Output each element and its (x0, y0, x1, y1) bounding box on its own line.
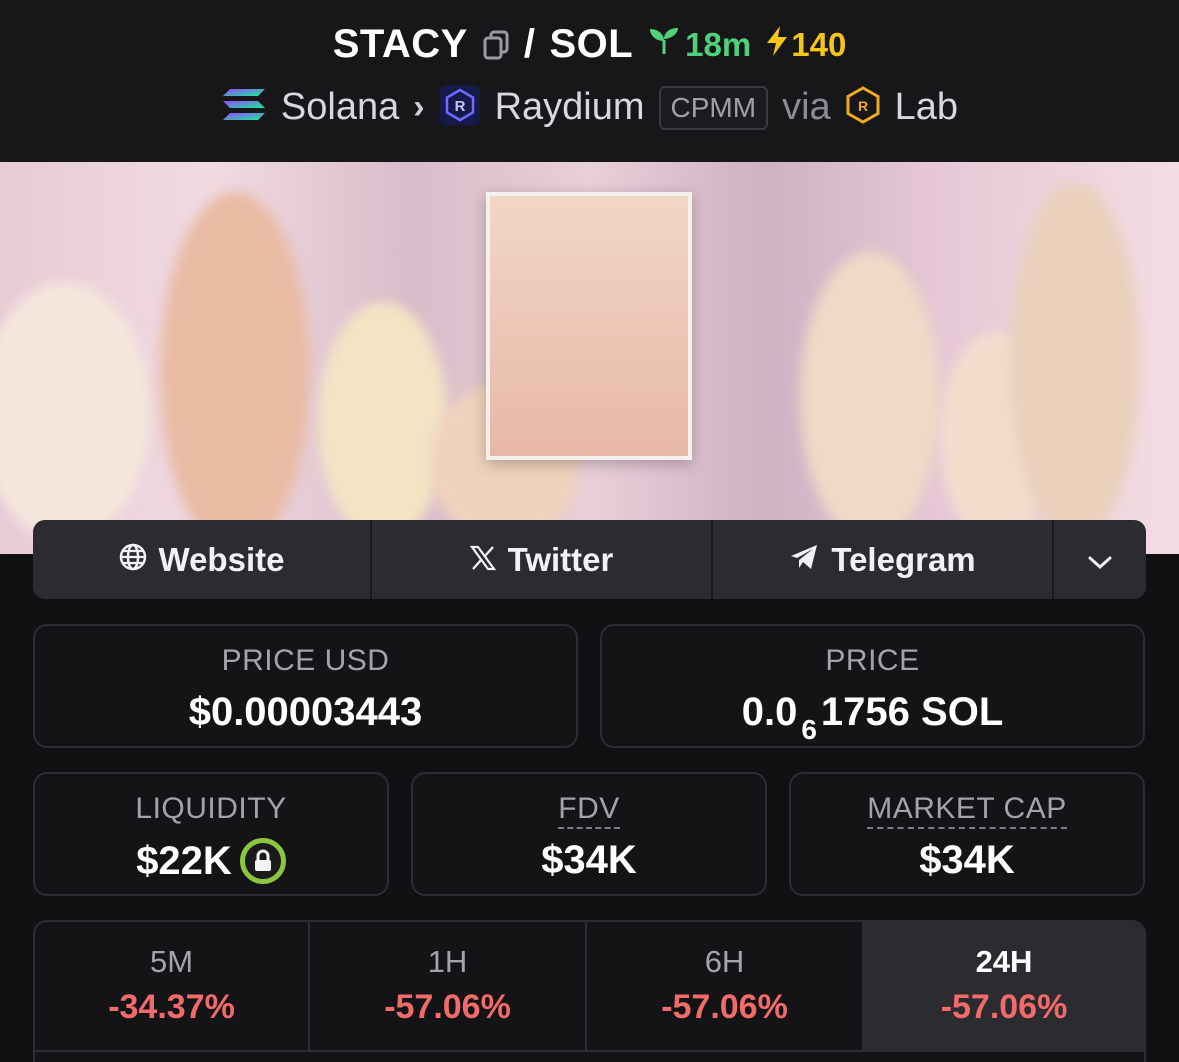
market-cap-label[interactable]: MARKET CAP (867, 792, 1067, 829)
x-icon (469, 541, 496, 579)
chevron-down-icon (1087, 541, 1113, 579)
quote-token-symbol: SOL (549, 22, 634, 66)
liquidity-value: $22K (136, 838, 232, 883)
fdv-label[interactable]: FDV (558, 792, 620, 829)
chain-link[interactable]: Solana (281, 86, 399, 129)
globe-icon (119, 541, 147, 579)
change-value: -57.06% (940, 988, 1068, 1026)
pair-title-row: STACY / SOL 18m 140 (0, 22, 1179, 67)
website-label: Website (158, 540, 285, 578)
fdv-card: FDV $34K (411, 772, 767, 896)
change-period: 5M (149, 944, 194, 979)
change-period: 6H (704, 944, 745, 979)
liquidity-card: LIQUIDITY $22K (33, 772, 389, 896)
lock-icon[interactable] (239, 838, 286, 884)
market-cap-card: MARKET CAP $34K (789, 772, 1145, 896)
dex-link[interactable]: Raydium (495, 86, 645, 129)
change-value: -57.06% (661, 988, 788, 1026)
token-banner-image (0, 162, 1179, 554)
change-value: -57.06% (384, 988, 511, 1026)
lab-icon: R (845, 86, 881, 129)
change-period: 1H (427, 944, 468, 979)
copy-icon[interactable] (482, 30, 510, 60)
telegram-icon (789, 541, 819, 579)
social-links-bar: Website Twitter Telegram (33, 520, 1146, 599)
telegram-label: Telegram (831, 540, 976, 578)
launchpad-link[interactable]: Lab (895, 86, 958, 129)
route-row: Solana › R Raydium CPMM via R Lab (0, 84, 1179, 131)
svg-text:R: R (454, 98, 465, 115)
pair-separator: / (523, 22, 536, 66)
website-button[interactable]: Website (33, 520, 372, 599)
chevron-right-icon: › (413, 88, 425, 126)
liquidity-value-row: $22K (35, 838, 387, 884)
price-usd-value: $0.00003443 (188, 690, 423, 734)
boost-count[interactable]: 140 (765, 25, 846, 65)
banner-portrait-frame (486, 192, 692, 460)
twitter-button[interactable]: Twitter (372, 520, 713, 599)
price-native-value: 0.0 6 1756 SOL (602, 690, 1143, 745)
pair-age: 18m (647, 26, 751, 64)
sprout-icon (647, 26, 681, 64)
price-change-tabs: 5M -34.37% 1H -57.06% 6H -57.06% 24H -57… (33, 920, 1146, 1062)
base-token-symbol: STACY (332, 22, 468, 66)
telegram-button[interactable]: Telegram (713, 520, 1054, 599)
svg-text:R: R (858, 98, 868, 114)
banner-figure (1010, 182, 1140, 542)
change-tab-1h[interactable]: 1H -57.06% (310, 922, 588, 1050)
change-value: -34.37% (108, 988, 235, 1026)
more-links-button[interactable] (1054, 520, 1146, 599)
fdv-value: $34K (541, 838, 637, 882)
pair-age-value: 18m (685, 25, 752, 63)
price-native-suffix: 1756 SOL (820, 690, 1004, 734)
price-native-label: PRICE (825, 644, 920, 677)
price-usd-card: PRICE USD $0.00003443 (33, 624, 578, 748)
banner-figure (318, 302, 448, 542)
pair-header: STACY / SOL 18m 140 Solana › R Raydium C… (0, 0, 1179, 162)
divider (35, 1050, 1144, 1052)
banner-figure (800, 252, 940, 542)
change-tab-24h[interactable]: 24H -57.06% (864, 922, 1144, 1050)
market-cap-value: $34K (919, 838, 1015, 882)
price-native-card: PRICE 0.0 6 1756 SOL (600, 624, 1145, 748)
raydium-icon: R (439, 84, 481, 131)
price-native-prefix: 0.0 (741, 690, 798, 734)
banner-figure (0, 282, 150, 542)
change-tab-6h[interactable]: 6H -57.06% (587, 922, 865, 1050)
pool-type-badge: CPMM (658, 85, 769, 130)
liquidity-label: LIQUIDITY (135, 792, 287, 825)
price-native-zero-count: 6 (801, 714, 817, 745)
twitter-label: Twitter (507, 540, 614, 578)
solana-icon (221, 86, 267, 129)
banner-figure (160, 192, 310, 552)
change-tab-5m[interactable]: 5M -34.37% (35, 922, 311, 1050)
price-usd-label: PRICE USD (221, 644, 390, 677)
via-label: via (782, 86, 831, 128)
lightning-icon (765, 25, 789, 65)
change-period: 24H (975, 944, 1033, 979)
boost-count-value: 140 (791, 25, 847, 63)
